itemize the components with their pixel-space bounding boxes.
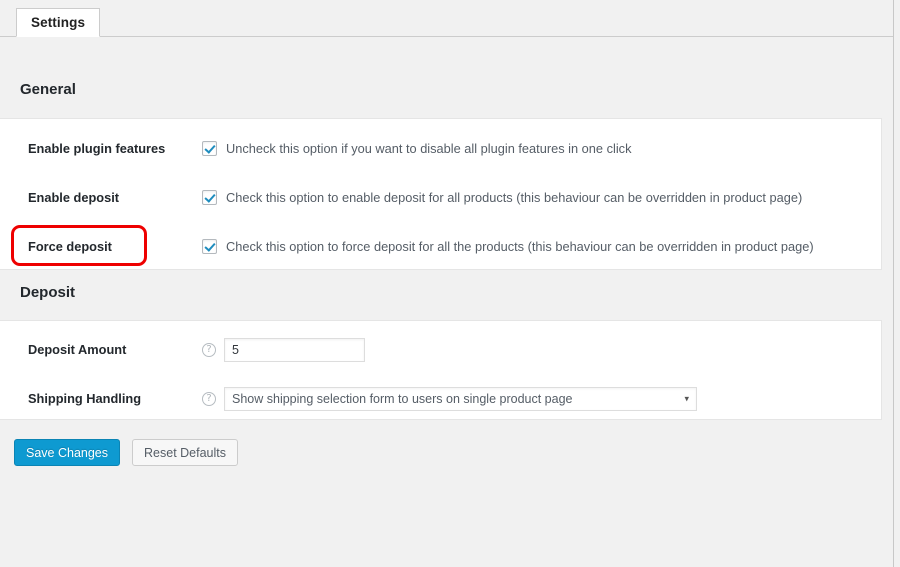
section-title-general: General (20, 81, 76, 98)
shipping-handling-select-wrap[interactable]: Show shipping selection form to users on… (224, 386, 697, 411)
viewport-scroll-gutter (894, 0, 900, 567)
row-field-deposit-amount: ? (202, 337, 365, 362)
shipping-handling-select-value: Show shipping selection form to users on… (232, 391, 573, 406)
shipping-handling-select[interactable]: Show shipping selection form to users on… (224, 386, 697, 411)
deposit-amount-input[interactable] (224, 337, 365, 362)
settings-content: General Enable plugin features Uncheck t… (0, 37, 893, 567)
row-deposit-amount: Deposit Amount ? (0, 325, 881, 374)
checkbox-enable-deposit-label: Check this option to enable deposit for … (226, 190, 803, 205)
checkbox-force-deposit[interactable] (202, 239, 217, 254)
row-field-force-deposit: Check this option to force deposit for a… (202, 239, 814, 254)
tab-settings-label: Settings (31, 15, 86, 30)
row-field-enable-plugin-features: Uncheck this option if you want to disab… (202, 141, 631, 156)
row-shipping-handling: Shipping Handling ? Show shipping select… (0, 374, 881, 423)
question-mark-icon-shipping-handling[interactable]: ? (202, 391, 216, 406)
save-changes-button[interactable]: Save Changes (14, 439, 121, 466)
button-bar: Save Changes Reset Defaults (14, 439, 238, 466)
panel-general: Enable plugin features Uncheck this opti… (0, 118, 882, 270)
checkbox-enable-deposit-wrap[interactable]: Check this option to enable deposit for … (202, 190, 802, 205)
row-force-deposit: Force deposit Check this option to force… (0, 222, 881, 271)
checkbox-enable-deposit[interactable] (202, 190, 217, 205)
reset-defaults-button[interactable]: Reset Defaults (132, 439, 238, 466)
row-label-shipping-handling: Shipping Handling (28, 391, 142, 406)
row-enable-deposit: Enable deposit Check this option to enab… (0, 173, 881, 222)
question-mark-icon-deposit-amount[interactable]: ? (202, 342, 216, 357)
row-field-shipping-handling: ? Show shipping selection form to users … (202, 386, 697, 411)
checkbox-force-deposit-label: Check this option to force deposit for a… (226, 239, 814, 254)
checkbox-enable-plugin-features[interactable] (202, 141, 217, 156)
row-label-force-deposit: Force deposit (28, 239, 112, 254)
tab-settings[interactable]: Settings (16, 8, 101, 37)
row-enable-plugin-features: Enable plugin features Uncheck this opti… (0, 124, 881, 173)
tab-bar: Settings (0, 0, 893, 37)
panel-deposit: Deposit Amount ? Shipping Handling ? Sho… (0, 320, 882, 420)
section-title-deposit: Deposit (20, 284, 76, 301)
row-label-deposit-amount: Deposit Amount (28, 342, 127, 357)
row-field-enable-deposit: Check this option to enable deposit for … (202, 190, 802, 205)
checkbox-enable-plugin-features-wrap[interactable]: Uncheck this option if you want to disab… (202, 141, 631, 156)
checkbox-force-deposit-wrap[interactable]: Check this option to force deposit for a… (202, 239, 814, 254)
row-label-enable-deposit: Enable deposit (28, 190, 120, 205)
checkbox-enable-plugin-features-label: Uncheck this option if you want to disab… (226, 141, 632, 156)
row-label-enable-plugin-features: Enable plugin features (28, 141, 166, 156)
